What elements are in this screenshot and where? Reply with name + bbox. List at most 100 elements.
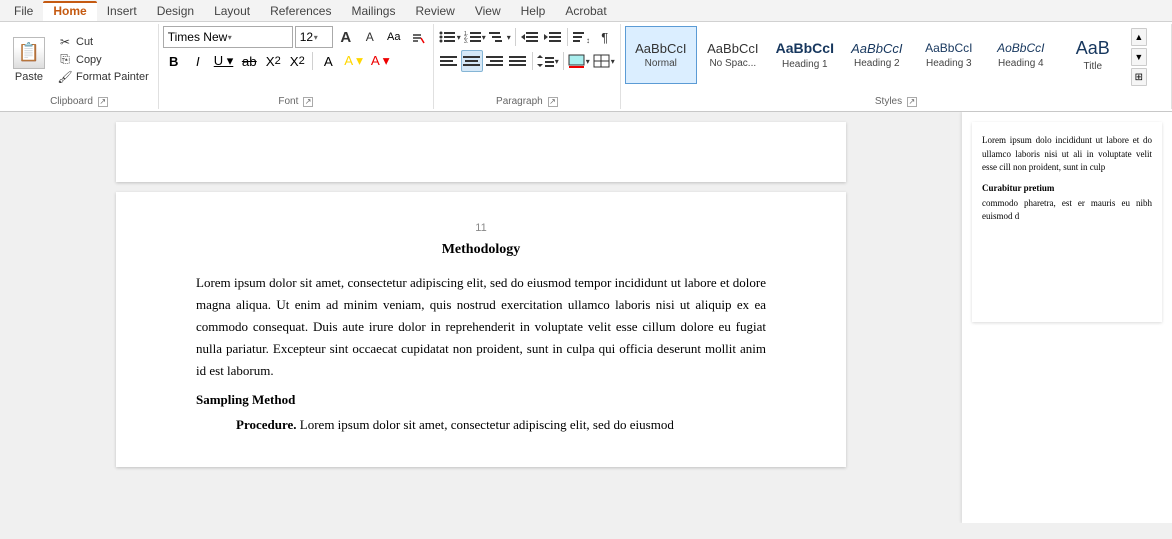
font-name-value: Times New Rom (168, 30, 228, 44)
style-normal-preview: AaBbCcI (635, 41, 686, 57)
shading-button[interactable]: ▾ (567, 50, 591, 72)
side-page: Lorem ipsum dolo incididunt ut labore et… (972, 122, 1162, 322)
bullets-button[interactable]: ▾ (438, 26, 462, 48)
paragraph-row2: ▾ ▾ ▾ (438, 50, 616, 72)
tab-home[interactable]: Home (43, 1, 96, 21)
decrease-indent-button[interactable] (519, 26, 541, 48)
style-title-label: Title (1084, 61, 1103, 72)
style-nospace-label: No Spac... (709, 58, 756, 69)
style-nospace[interactable]: AaBbCcI No Spac... (697, 26, 769, 84)
page-main: 11 Methodology Lorem ipsum dolor sit ame… (116, 192, 846, 467)
text-highlight-button[interactable]: A ▾ (341, 50, 366, 72)
side-subheading: Curabitur pretium (982, 183, 1152, 193)
font-size-value: 12 (300, 30, 314, 44)
paste-label: Paste (15, 71, 43, 83)
styles-expand-button[interactable]: ⊞ (1131, 68, 1147, 86)
font-color-button[interactable]: A ▾ (368, 50, 393, 72)
numbering-button[interactable]: 1.2.3. ▾ (463, 26, 487, 48)
format-painter-label: Format Painter (76, 71, 149, 83)
copy-label: Copy (76, 54, 102, 66)
document-scroll[interactable]: 11 Methodology Lorem ipsum dolor sit ame… (0, 112, 962, 523)
font-group-label: Font ↗ (159, 96, 433, 107)
align-center-button[interactable] (461, 50, 483, 72)
styles-group: AaBbCcI Normal AaBbCcI No Spac... AaBbCc… (621, 24, 1172, 109)
decrease-font-size-button[interactable]: A (359, 26, 381, 48)
superscript-button[interactable]: X2 (286, 50, 308, 72)
styles-up-button[interactable]: ▲ (1131, 28, 1147, 46)
paste-button[interactable]: 📋 Paste (6, 26, 52, 93)
text-effects-button[interactable]: A (317, 50, 339, 72)
tab-review[interactable]: Review (405, 1, 464, 21)
document-paragraph1[interactable]: Lorem ipsum dolor sit amet, consectetur … (196, 272, 766, 382)
align-right-button[interactable] (484, 50, 506, 72)
tab-file[interactable]: File (4, 1, 43, 21)
style-title[interactable]: AaB Title (1057, 26, 1129, 84)
font-row1: Times New Rom ▾ 12 ▾ A A Aa (163, 26, 429, 48)
document-heading[interactable]: Methodology (196, 242, 766, 258)
cut-icon: ✂ (57, 35, 73, 49)
style-normal[interactable]: AaBbCcI Normal (625, 26, 697, 84)
clipboard-expand-button[interactable]: ↗ (98, 97, 108, 107)
cut-button[interactable]: ✂ Cut (54, 34, 152, 50)
font-name-dropdown-arrow[interactable]: ▾ (228, 33, 288, 42)
style-heading4-label: Heading 4 (998, 58, 1044, 69)
styles-down-button[interactable]: ▼ (1131, 48, 1147, 66)
underline-button[interactable]: U ▾ (211, 50, 237, 72)
borders-button[interactable]: ▾ (592, 50, 616, 72)
format-painter-icon: 🖌 (57, 70, 73, 84)
align-left-button[interactable] (438, 50, 460, 72)
increase-indent-button[interactable] (542, 26, 564, 48)
styles-expand-arrow[interactable]: ↗ (907, 97, 917, 107)
show-hide-button[interactable]: ¶ (594, 26, 616, 48)
tab-design[interactable]: Design (147, 1, 204, 21)
document-area: 11 Methodology Lorem ipsum dolor sit ame… (0, 112, 1172, 523)
tab-insert[interactable]: Insert (97, 1, 147, 21)
subscript-button[interactable]: X2 (262, 50, 284, 72)
tab-view[interactable]: View (465, 1, 511, 21)
font-size-input[interactable]: 12 ▾ (295, 26, 333, 48)
font-size-dropdown-arrow[interactable]: ▾ (314, 33, 328, 42)
copy-button[interactable]: ⎘ Copy (54, 51, 152, 68)
paste-icon: 📋 (13, 37, 45, 69)
style-heading4-preview: AoBbCcI (997, 41, 1044, 55)
document-subheading1[interactable]: Sampling Method (196, 392, 766, 408)
tab-acrobat[interactable]: Acrobat (555, 1, 616, 21)
page-previous (116, 122, 846, 182)
paragraph-expand-button[interactable]: ↗ (548, 97, 558, 107)
tab-references[interactable]: References (260, 1, 341, 21)
multilevel-list-button[interactable]: ▾ (488, 26, 512, 48)
cut-label: Cut (76, 36, 93, 48)
strikethrough-button[interactable]: ab (238, 50, 260, 72)
clear-formatting-button[interactable] (407, 26, 429, 48)
change-case-button[interactable]: Aa (383, 26, 405, 48)
justify-button[interactable] (507, 50, 529, 72)
paragraph-group-label: Paragraph ↗ (434, 96, 620, 107)
style-heading3[interactable]: AaBbCcI Heading 3 (913, 26, 985, 84)
clipboard-actions: ✂ Cut ⎘ Copy 🖌 Format Painter (54, 26, 152, 93)
style-heading2-label: Heading 2 (854, 58, 900, 69)
side-para1: Lorem ipsum dolo incididunt ut labore et… (982, 134, 1152, 175)
format-painter-button[interactable]: 🖌 Format Painter (54, 69, 152, 85)
tab-mailings[interactable]: Mailings (341, 1, 405, 21)
style-heading3-preview: AaBbCcI (925, 41, 972, 55)
para-divider1 (515, 28, 516, 46)
copy-icon: ⎘ (57, 52, 73, 67)
style-heading1-preview: AaBbCcI (776, 40, 834, 57)
line-spacing-button[interactable]: ▾ (536, 50, 560, 72)
tab-help[interactable]: Help (511, 1, 556, 21)
increase-font-size-button[interactable]: A (335, 26, 357, 48)
ribbon-tabs: File Home Insert Design Layout Reference… (0, 0, 1172, 22)
bold-button[interactable]: B (163, 50, 185, 72)
italic-button[interactable]: I (187, 50, 209, 72)
font-name-input[interactable]: Times New Rom ▾ (163, 26, 293, 48)
svg-text:3.: 3. (464, 39, 468, 44)
font-expand-button[interactable]: ↗ (303, 97, 313, 107)
tab-layout[interactable]: Layout (204, 1, 260, 21)
style-heading2[interactable]: AaBbCcI Heading 2 (841, 26, 913, 84)
procedure-label: Procedure. (236, 417, 297, 432)
sort-button[interactable]: ↕ (571, 26, 593, 48)
style-heading1[interactable]: AaBbCcI Heading 1 (769, 26, 841, 84)
style-title-preview: AaB (1076, 38, 1110, 60)
document-procedure[interactable]: Procedure. Lorem ipsum dolor sit amet, c… (236, 414, 766, 436)
style-heading4[interactable]: AoBbCcI Heading 4 (985, 26, 1057, 84)
